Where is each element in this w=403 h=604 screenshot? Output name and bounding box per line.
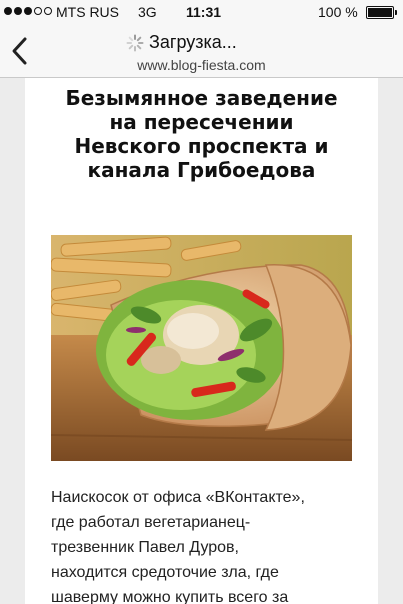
article-title: Безымянное заведение на пересечении Невс… [65, 86, 338, 182]
carrier-name: MTS RUS [56, 4, 119, 20]
address-bar[interactable]: www.blog-fiesta.com [0, 57, 403, 73]
article-paragraph: Наискосок от офиса «ВКонтакте», где рабо… [51, 489, 305, 604]
page-title: Загрузка... [149, 32, 237, 52]
status-bar: MTS RUS 3G 11:31 100 % [0, 0, 403, 24]
article-page[interactable]: Безымянное заведение на пересечении Невс… [25, 78, 378, 604]
signal-strength-icon [4, 7, 52, 15]
page-title-row: Загрузка... [126, 32, 237, 53]
clock: 11:31 [186, 4, 222, 20]
browser-nav-bar: Загрузка... www.blog-fiesta.com [0, 24, 403, 78]
article-body: Наискосок от офиса «ВКонтакте», где рабо… [51, 485, 361, 604]
shawarma-photo [51, 235, 352, 461]
network-type: 3G [138, 4, 157, 20]
battery-icon [366, 6, 397, 19]
article-image [51, 235, 352, 461]
spinner-icon [126, 34, 144, 51]
battery-percentage: 100 % [318, 4, 358, 20]
